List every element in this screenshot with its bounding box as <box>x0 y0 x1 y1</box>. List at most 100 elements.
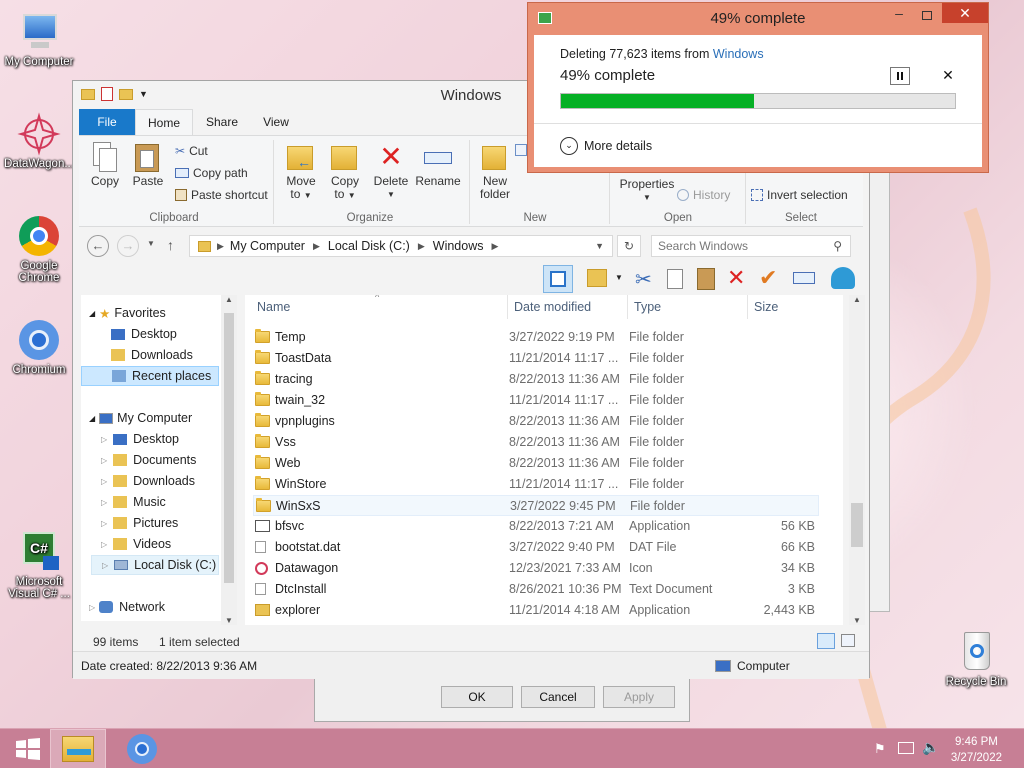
cut-toolbar-icon[interactable]: ✂ <box>635 267 652 292</box>
recent-locations-dropdown[interactable]: ▼ <box>147 239 155 248</box>
table-row[interactable]: explorer 11/21/2014 4:18 AM Application 2,4… <box>253 600 819 621</box>
desktop-icon-my-computer[interactable]: My Computer <box>3 10 75 68</box>
check-folder-icon[interactable] <box>587 269 607 287</box>
table-row[interactable]: ToastData 11/21/2014 11:17 ... File folder <box>253 348 819 369</box>
dropdown-arrow-icon[interactable]: ▼ <box>615 273 623 282</box>
table-row[interactable]: Temp 3/27/2022 9:19 PM File folder <box>253 327 819 348</box>
cancel-button[interactable]: Cancel <box>521 686 595 708</box>
paste-button[interactable]: Paste <box>129 142 167 188</box>
column-header-date[interactable]: Date modified <box>507 295 625 319</box>
table-row[interactable]: DtcInstall 8/26/2021 10:36 PM Text Documen… <box>253 579 819 600</box>
column-header-type[interactable]: Type <box>627 295 745 319</box>
nav-scrollbar[interactable]: ▲ ▼ <box>221 295 237 625</box>
table-row[interactable]: vpnplugins 8/22/2013 11:36 AM File folder <box>253 411 819 432</box>
tab-file[interactable]: File <box>79 109 135 135</box>
nav-fav-downloads[interactable]: Downloads <box>111 345 193 365</box>
copy-path-button[interactable]: Copy path <box>175 166 248 180</box>
refresh-button[interactable]: ↻ <box>617 235 641 257</box>
nav-fav-recent-places[interactable]: Recent places <box>81 366 219 386</box>
search-input[interactable]: Search Windows ⚲ <box>651 235 851 257</box>
copy-to-button[interactable]: Copy to ▼ <box>325 142 365 202</box>
taskbar-file-explorer[interactable] <box>50 729 106 768</box>
paste-shortcut-button[interactable]: Paste shortcut <box>175 188 268 202</box>
invert-selection-button[interactable]: Invert selection <box>751 188 848 202</box>
desktop-icon-recycle-bin[interactable]: Recycle Bin <box>940 630 1012 688</box>
rename-button[interactable]: Rename <box>415 142 461 188</box>
desktop-icon-datawagon[interactable]: DataWagon... <box>3 112 75 170</box>
file-list-scrollbar[interactable]: ▲ ▼ <box>849 295 865 625</box>
shell-icon[interactable] <box>831 267 855 289</box>
rename-toolbar-icon[interactable] <box>793 272 815 284</box>
paste-toolbar-icon[interactable] <box>697 268 715 290</box>
ok-button[interactable]: OK <box>441 686 513 708</box>
table-row[interactable]: twain_32 11/21/2014 11:17 ... File folder <box>253 390 819 411</box>
table-row[interactable]: WinSxS 3/27/2022 9:45 PM File folder <box>253 495 819 516</box>
table-row[interactable]: tracing 8/22/2013 11:36 AM File folder <box>253 369 819 390</box>
cancel-operation-button[interactable]: ✕ <box>938 67 958 85</box>
table-row[interactable]: WinStore 11/21/2014 11:17 ... File folder <box>253 474 819 495</box>
more-details-toggle[interactable]: ⌄ More details <box>560 137 652 155</box>
properties-button[interactable]: Properties ▼ <box>615 178 679 204</box>
start-button[interactable] <box>0 729 56 768</box>
column-header-name[interactable]: Name <box>257 295 507 319</box>
folder-icon <box>255 476 270 490</box>
tab-home[interactable]: Home <box>135 109 193 136</box>
nav-pc-videos[interactable]: ▷ Videos <box>101 534 171 554</box>
tab-share[interactable]: Share <box>197 109 247 135</box>
table-row[interactable]: Web 8/22/2013 11:36 AM File folder <box>253 453 819 474</box>
desktop-icon-chromium[interactable]: Chromium <box>3 318 75 376</box>
desktop-icon-google-chrome[interactable]: Google Chrome <box>3 214 75 284</box>
nav-pc-pictures[interactable]: ▷ Pictures <box>101 513 178 533</box>
network-tray-icon[interactable] <box>898 742 914 754</box>
forward-button[interactable]: → <box>117 235 139 257</box>
taskbar-chromium[interactable] <box>114 729 170 768</box>
nav-pc-desktop[interactable]: ▷ Desktop <box>101 429 179 449</box>
table-row[interactable]: bootstat.dat 3/27/2022 9:40 PM DAT File 66 … <box>253 537 819 558</box>
nav-pc-downloads[interactable]: ▷ Downloads <box>101 471 195 491</box>
maximize-button[interactable] <box>914 5 940 25</box>
up-button[interactable]: ↑ <box>167 237 174 253</box>
breadcrumb-windows[interactable]: Windows <box>433 239 484 253</box>
view-pane-icon[interactable] <box>543 265 573 293</box>
pause-button[interactable] <box>890 67 910 85</box>
apply-button[interactable]: Apply <box>603 686 675 708</box>
address-dropdown-icon[interactable]: ▼ <box>595 241 604 251</box>
column-header-size[interactable]: Size <box>747 295 827 319</box>
copy-toolbar-icon[interactable] <box>667 269 683 289</box>
close-button[interactable]: ✕ <box>942 3 988 23</box>
minimize-button[interactable]: – <box>886 5 912 25</box>
table-row[interactable]: Datawagon 12/23/2021 7:33 AM Icon 34 KB <box>253 558 819 579</box>
system-clock[interactable]: 9:46 PM 3/27/2022 <box>951 734 1002 766</box>
cut-button[interactable]: ✂ Cut <box>175 144 208 158</box>
new-item-icon[interactable] <box>515 144 527 156</box>
move-to-button[interactable]: ← Move to ▼ <box>281 142 321 202</box>
tab-view[interactable]: View <box>253 109 299 135</box>
breadcrumb-my-computer[interactable]: My Computer <box>230 239 305 253</box>
nav-label: Documents <box>133 453 197 467</box>
table-row[interactable]: Vss 8/22/2013 11:36 AM File folder <box>253 432 819 453</box>
action-center-flag-icon[interactable]: ⚑ <box>874 741 886 757</box>
checkmark-icon[interactable]: ✔ <box>759 265 777 291</box>
deleting-target-link[interactable]: Windows <box>713 47 764 61</box>
address-bar[interactable]: ▶ My Computer ▶ Local Disk (C:) ▶ Window… <box>189 235 613 257</box>
breadcrumb-local-disk[interactable]: Local Disk (C:) <box>328 239 410 253</box>
history-button[interactable]: History <box>677 188 730 202</box>
desktop-icon-visual-csharp[interactable]: C# Microsoft Visual C# ... <box>3 530 75 600</box>
nav-fav-desktop[interactable]: Desktop <box>111 324 177 344</box>
details-view-icon[interactable] <box>817 633 835 649</box>
new-folder-button[interactable]: New folder <box>475 142 515 201</box>
copy-button[interactable]: Copy <box>87 142 123 188</box>
large-icons-view-icon[interactable] <box>841 634 855 647</box>
back-button[interactable]: ← <box>87 235 109 257</box>
table-row[interactable]: bfsvc 8/22/2013 7:21 AM Application 56 KB <box>253 516 819 537</box>
nav-pc-local-disk[interactable]: ▷ Local Disk (C:) <box>91 555 219 575</box>
nav-network[interactable]: ▷ Network <box>89 597 165 617</box>
nav-pc-documents[interactable]: ▷ Documents <box>101 450 196 470</box>
nav-favorites[interactable]: ◢ ★ Favorites <box>89 303 166 323</box>
nav-pc-music[interactable]: ▷ Music <box>101 492 166 512</box>
volume-muted-icon[interactable]: 🔈 <box>922 739 939 756</box>
nav-my-computer[interactable]: ◢ My Computer <box>89 408 192 428</box>
desktop-icon-label: My Computer <box>4 56 74 68</box>
delete-toolbar-icon[interactable]: ✕ <box>727 265 745 291</box>
delete-button[interactable]: ✕ Delete ▼ <box>371 142 411 201</box>
